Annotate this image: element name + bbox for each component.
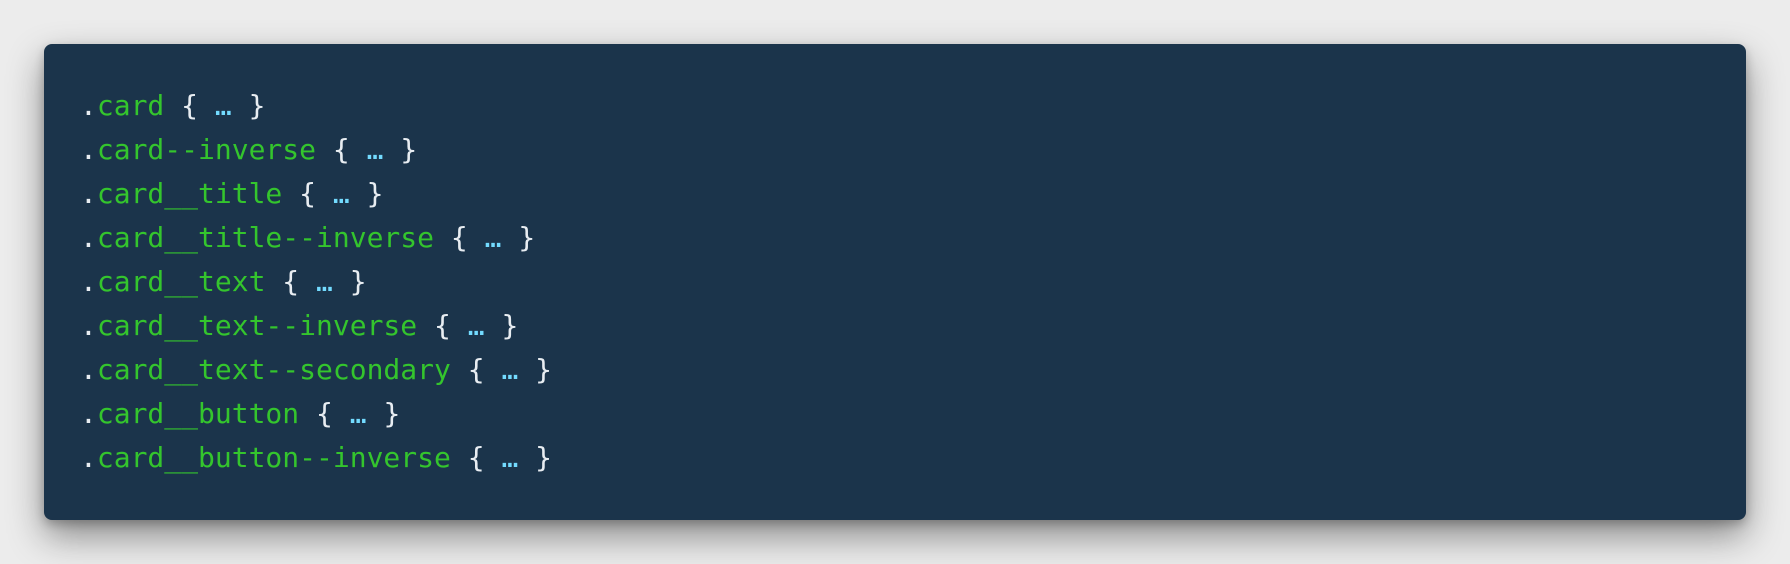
open-brace: { (467, 353, 485, 386)
close-brace: } (248, 89, 266, 122)
code-line: .card { … } (80, 84, 1746, 128)
class-dot: . (80, 309, 97, 342)
close-brace: } (349, 265, 367, 298)
open-brace: { (467, 441, 485, 474)
class-dot: . (80, 265, 97, 298)
open-brace: { (316, 397, 333, 430)
css-selector: card__title (96, 177, 283, 210)
code-line: .card__text--secondary { … } (80, 348, 1746, 392)
class-dot: . (80, 221, 97, 254)
class-dot: . (80, 133, 97, 166)
close-brace: } (501, 309, 519, 342)
class-dot: . (80, 89, 97, 122)
ellipsis: … (316, 265, 333, 298)
ellipsis: … (501, 353, 519, 386)
code-line: .card__text--inverse { … } (80, 304, 1746, 348)
open-brace: { (332, 133, 350, 166)
class-dot: . (80, 441, 97, 474)
ellipsis: … (467, 309, 485, 342)
class-dot: . (80, 177, 97, 210)
css-selector: card (96, 89, 165, 122)
close-brace: } (535, 353, 553, 386)
open-brace: { (434, 309, 451, 342)
code-line: .card__title--inverse { … } (80, 216, 1746, 260)
ellipsis: … (484, 221, 502, 254)
code-lines: .card { … } .card--inverse { … } .card__… (80, 84, 1746, 480)
close-brace: } (535, 441, 553, 474)
css-selector: card--inverse (96, 133, 317, 166)
class-dot: . (80, 353, 97, 386)
css-selector: card__text (96, 265, 266, 298)
code-line: .card--inverse { … } (80, 128, 1746, 172)
code-line: .card__text { … } (80, 260, 1746, 304)
ellipsis: … (366, 133, 384, 166)
css-selector: card__text--secondary (96, 353, 451, 386)
code-line: .card__button { … } (80, 392, 1746, 436)
code-line: .card__button--inverse { … } (80, 436, 1746, 480)
css-selector: card__text--inverse (96, 309, 418, 342)
code-block: .card { … } .card--inverse { … } .card__… (44, 44, 1746, 520)
close-brace: } (366, 177, 384, 210)
ellipsis: … (332, 177, 350, 210)
ellipsis: … (501, 441, 519, 474)
open-brace: { (282, 265, 300, 298)
class-dot: . (80, 397, 97, 430)
open-brace: { (450, 221, 468, 254)
close-brace: } (400, 133, 418, 166)
code-line: .card__title { … } (80, 172, 1746, 216)
css-selector: card__title--inverse (96, 221, 435, 254)
css-selector: card__button (96, 397, 300, 430)
open-brace: { (181, 89, 199, 122)
close-brace: } (518, 221, 536, 254)
ellipsis: … (214, 89, 232, 122)
ellipsis: … (349, 397, 367, 430)
close-brace: } (383, 397, 401, 430)
css-selector: card__button--inverse (96, 441, 451, 474)
open-brace: { (299, 177, 317, 210)
